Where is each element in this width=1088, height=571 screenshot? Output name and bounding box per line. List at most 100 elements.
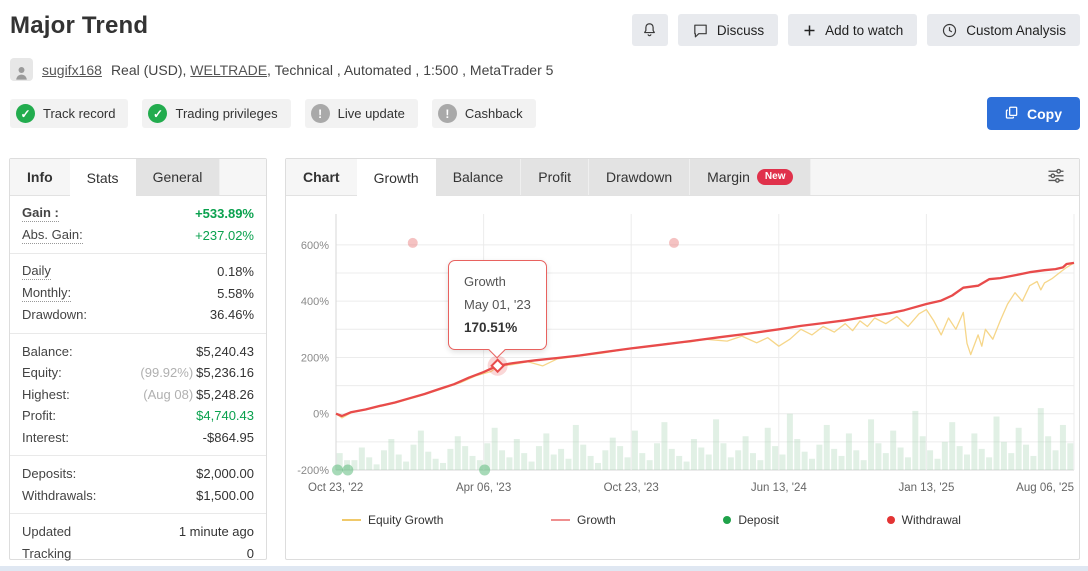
main-content: Info Stats General Gain : +533.89% Abs. … [9,158,1080,561]
track-record-label: Track record [43,106,116,121]
tab-balance[interactable]: Balance [435,159,522,195]
abs-gain-label: Abs. Gain: [22,226,83,244]
tracking-label: Tracking [22,545,72,561]
deposit-dot-swatch [723,516,732,524]
withdrawal-dot-swatch [886,516,895,524]
page-header: Major Trend Discuss Add to watch Custom … [0,0,1088,46]
stat-row-abs-gain: Abs. Gain: +237.02% [22,225,254,247]
custom-analysis-label: Custom Analysis [966,22,1066,38]
stat-row-interest: Interest: -$864.95 [22,427,254,449]
tracking-value: 0 [246,545,254,561]
tab-info[interactable]: Info [10,159,70,195]
clock-icon [941,22,958,39]
tab-general[interactable]: General [135,159,221,195]
check-icon: ✓ [16,104,35,123]
cashback-label: Cashback [464,106,523,121]
copy-button[interactable]: Copy [987,97,1080,130]
svg-text:Jun 13, '24: Jun 13, '24 [751,482,808,494]
daily-label: Daily [22,263,51,281]
legend-deposit[interactable]: Deposit [723,513,779,527]
discuss-label: Discuss [716,22,765,38]
svg-text:Apr 06, '23: Apr 06, '23 [456,482,511,494]
info-panel: Info Stats General Gain : +533.89% Abs. … [9,158,267,561]
chart-settings-icon[interactable] [1045,165,1067,190]
tab-stats[interactable]: Stats [69,159,136,196]
tooltip-series: Growth [464,274,506,289]
profit-value: $4,740.43 [196,408,254,424]
equity-label: Equity: [22,365,62,381]
drawdown-value: 36.46% [209,307,254,323]
tab-profit[interactable]: Profit [521,159,589,195]
growth-line-swatch [551,519,570,521]
notifications-button[interactable] [631,14,668,46]
tab-growth[interactable]: Growth [356,159,436,196]
balance-value: $5,240.43 [196,343,254,359]
legend-growth[interactable]: Growth [551,513,616,527]
chart-canvas[interactable]: -200% 0% 200% 400% 600% Oct 23, '22 Apr 06, '2… [286,202,1079,504]
account-details: Real (USD), WELTRADE, Technical , Automa… [111,62,554,78]
svg-text:Jan 13, '25: Jan 13, '25 [898,482,954,494]
account-page: Major Trend Discuss Add to watch Custom … [0,0,1088,571]
highest-value: $5,248.26 [196,386,254,402]
equity-value: $5,236.16 [196,365,254,381]
live-update-badge[interactable]: ! Live update [304,99,418,128]
trading-privileges-badge[interactable]: ✓ Trading privileges [142,99,291,128]
username-link[interactable]: sugifx168 [42,62,102,78]
broker-link[interactable]: WELTRADE [190,62,267,78]
cashback-badge[interactable]: ! Cashback [431,99,536,128]
trading-privileges-label: Trading privileges [175,106,278,121]
legend-label: Deposit [738,513,779,527]
equity-percent: (99.92%) [140,365,194,381]
daily-value: 0.18% [217,264,254,280]
growth-chart[interactable]: -200% 0% 200% 400% 600% Oct 23, '22 Apr 06, '2… [286,196,1079,527]
equity-line-swatch [342,519,361,521]
monthly-label: Monthly: [22,284,72,302]
stat-row-tracking: Tracking 0 [22,543,254,565]
gain-group: Gain : +533.89% Abs. Gain: +237.02% [10,196,266,253]
deposits-value: $2,000.00 [196,466,254,482]
stat-row-highest: Highest: (Aug 08) $5,248.26 [22,384,254,406]
gain-label: Gain : [22,205,59,223]
svg-text:400%: 400% [301,296,329,308]
highest-date: (Aug 08) [143,386,194,402]
stat-row-monthly: Monthly: 5.58% [22,283,254,305]
live-update-label: Live update [337,106,405,121]
gain-value: +533.89% [195,206,254,222]
chart-tooltip: Growth May 01, '23 170.51% [448,260,547,359]
withdrawals-value: $1,500.00 [196,487,254,503]
stat-row-updated: Updated 1 minute ago [22,521,254,543]
plus-icon [802,23,817,38]
discuss-icon [692,22,709,39]
account-attributes: , Technical , Automated , 1:500 , MetaTr… [267,61,554,78]
legend-equity-growth[interactable]: Equity Growth [342,513,443,527]
track-record-badge[interactable]: ✓ Track record [10,99,129,128]
chart-tabbar: Chart Growth Balance Profit Drawdown Mar… [286,159,1079,196]
legend-label: Growth [577,513,616,527]
add-to-watch-button[interactable]: Add to watch [788,14,918,46]
check-icon: ✓ [148,104,168,123]
stat-row-drawdown: Drawdown: 36.46% [22,304,254,326]
custom-analysis-button[interactable]: Custom Analysis [927,14,1080,46]
balance-label: Balance: [22,343,73,359]
legend-label: Withdrawal [901,513,961,527]
stat-row-deposits: Deposits: $2,000.00 [22,463,254,485]
tooltip-value: 170.51% [464,320,518,335]
svg-text:Aug 06, '25: Aug 06, '25 [1016,482,1074,494]
margin-tab-label: Margin [707,169,750,185]
exclamation-icon: ! [437,104,457,123]
profit-label: Profit: [22,408,56,424]
tab-margin[interactable]: Margin New [690,159,812,195]
rates-group: Daily 0.18% Monthly: 5.58% Drawdown: 36.… [10,253,266,333]
legend-withdrawal[interactable]: Withdrawal [886,513,961,527]
withdrawals-label: Withdrawals: [22,487,97,503]
avatar[interactable] [10,58,33,81]
page-title: Major Trend [10,12,149,39]
stat-row-balance: Balance: $5,240.43 [22,341,254,363]
updated-value: 1 minute ago [178,524,254,540]
tooltip-date: May 01, '23 [464,297,531,312]
discuss-button[interactable]: Discuss [677,14,779,46]
svg-text:200%: 200% [301,352,329,364]
interest-label: Interest: [22,429,69,445]
new-badge: New [756,169,794,185]
tab-drawdown[interactable]: Drawdown [588,159,691,195]
